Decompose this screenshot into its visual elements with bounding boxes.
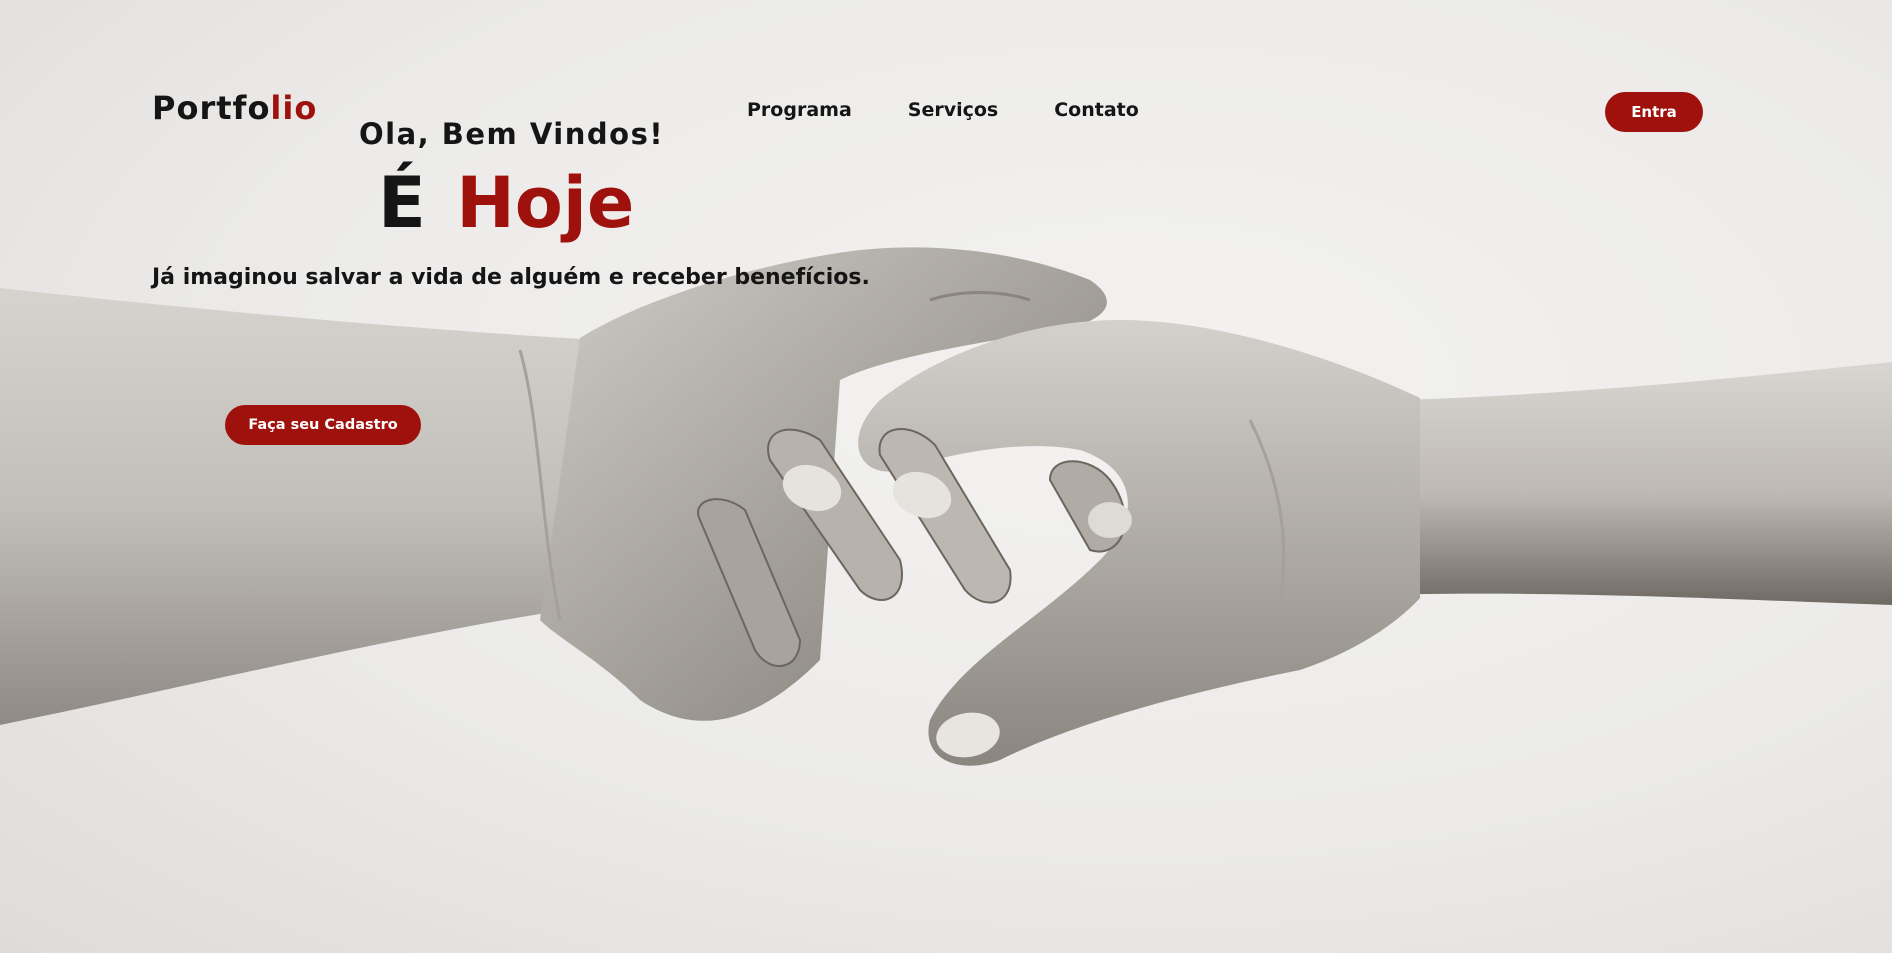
- headline-word-2: Hoje: [456, 162, 635, 244]
- landing-page: Portfolio Programa Serviços Contato Entr…: [0, 0, 1892, 953]
- main-nav: Programa Serviços Contato: [747, 96, 1139, 124]
- hero-headline: É Hoje: [378, 160, 634, 246]
- nav-link-contato[interactable]: Contato: [1054, 96, 1139, 124]
- hero-subtext: Já imaginou salvar a vida de alguém e re…: [152, 265, 870, 290]
- nav-link-servicos[interactable]: Serviços: [908, 96, 998, 124]
- nav-link-programa[interactable]: Programa: [747, 96, 852, 124]
- logo-text-accent: lio: [270, 89, 318, 127]
- hero-greeting: Ola, Bem Vindos!: [359, 117, 665, 151]
- login-button[interactable]: Entra: [1605, 92, 1703, 132]
- brand-logo[interactable]: Portfolio: [152, 86, 317, 130]
- clasped-hands-image: [0, 247, 1892, 766]
- signup-button[interactable]: Faça seu Cadastro: [225, 405, 421, 445]
- headline-word-1: É: [378, 162, 426, 244]
- logo-text-primary: Portfo: [152, 89, 271, 127]
